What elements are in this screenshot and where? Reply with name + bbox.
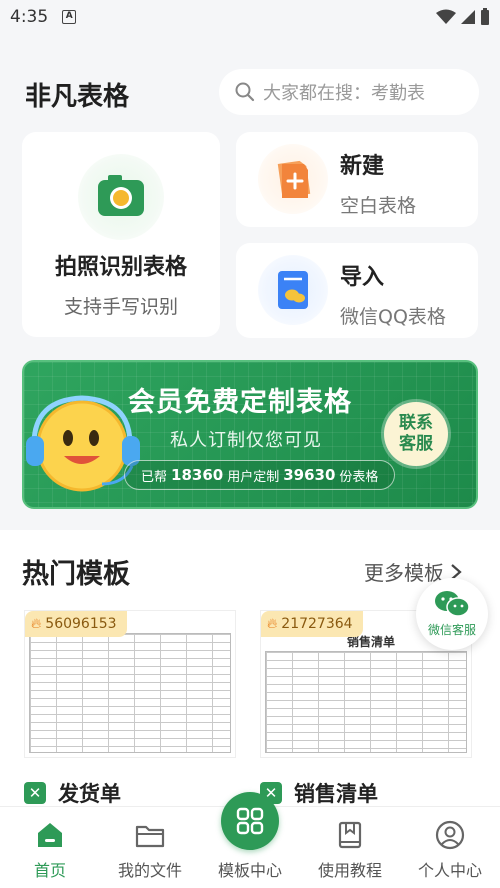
- user-icon: [435, 820, 465, 850]
- import-icon-bg: [258, 255, 328, 325]
- tab-label: 个人中心: [417, 861, 482, 880]
- template-center-button[interactable]: [221, 792, 279, 850]
- home-icon: [38, 823, 62, 847]
- tab-my-files[interactable]: 我的文件: [100, 807, 200, 888]
- stats-sheets-suffix: 份表格: [339, 469, 379, 485]
- photo-card-subtitle: 支持手写识别: [63, 296, 178, 318]
- template-label: ✕ 发货单: [24, 778, 236, 808]
- contact-line2: 客服: [399, 434, 433, 454]
- stats-users-count: 18360: [171, 466, 224, 484]
- battery-icon: [481, 8, 489, 25]
- contact-line1: 联系: [399, 413, 433, 433]
- template-name: 发货单: [58, 782, 121, 806]
- app-title: 非凡表格: [25, 82, 130, 112]
- wechat-service-label: 微信客服: [427, 623, 476, 637]
- signal-icon: [461, 10, 475, 24]
- new-card-subtitle: 空白表格: [340, 195, 417, 217]
- import-doc-icon: [278, 271, 308, 309]
- hot-templates-section: 热门模板 更多模板 🔥︎ 56096153 ✕ 发货单 🔥︎ 21727364 …: [0, 530, 500, 810]
- a-icon: A: [62, 10, 77, 24]
- stats-sheets-count: 39630: [283, 466, 336, 484]
- add-doc-icon: [277, 160, 311, 198]
- grid-icon: [236, 807, 264, 835]
- template-name: 销售清单: [294, 782, 378, 806]
- import-card-subtitle: 微信QQ表格: [340, 306, 446, 328]
- tab-profile[interactable]: 个人中心: [400, 807, 500, 888]
- wifi-icon: [436, 9, 456, 24]
- folder-icon: [135, 825, 165, 848]
- photo-icon-bg: [78, 154, 164, 240]
- fire-icon: 🔥︎: [267, 616, 278, 632]
- tab-label: 首页: [33, 861, 66, 880]
- banner-title: 会员免费定制表格: [128, 387, 352, 418]
- template-preview: 🔥︎ 56096153: [24, 610, 236, 758]
- new-card-title: 新建: [340, 154, 385, 179]
- tab-label: 我的文件: [117, 861, 182, 880]
- search-placeholder: 大家都在搜：考勤表: [263, 83, 425, 104]
- stats-users-suffix: 用户定制: [227, 469, 280, 485]
- stats-prefix: 已帮: [141, 469, 168, 485]
- vip-custom-banner[interactable]: 会员免费定制表格 私人订制仅您可见 已帮 18360 用户定制 39630 份表…: [22, 360, 478, 509]
- section-title: 热门模板: [22, 559, 130, 590]
- template-label: ✕ 销售清单: [260, 778, 472, 808]
- search-icon: [235, 82, 255, 102]
- new-icon-bg: [258, 144, 328, 214]
- tab-home[interactable]: 首页: [0, 807, 100, 888]
- tab-tutorial[interactable]: 使用教程: [300, 807, 400, 888]
- banner-subtitle: 私人订制仅您可见: [170, 430, 322, 451]
- fire-icon: 🔥︎: [31, 616, 42, 632]
- contact-service-button[interactable]: 联系 客服: [384, 402, 448, 466]
- book-icon: [338, 821, 362, 849]
- status-icons: [436, 8, 490, 26]
- camera-icon: [98, 175, 144, 216]
- search-bar[interactable]: 大家都在搜：考勤表: [219, 69, 479, 115]
- wechat-service-float-button[interactable]: 微信客服: [416, 578, 488, 650]
- popularity-count: 56096153: [45, 616, 117, 632]
- import-card-title: 导入: [340, 265, 385, 290]
- popularity-badge: 🔥︎ 21727364: [261, 611, 363, 637]
- header: 非凡表格 大家都在搜：考勤表: [0, 66, 500, 118]
- mascot-headset-icon: [26, 395, 140, 492]
- photo-recognize-card[interactable]: 拍照识别表格 支持手写识别: [22, 132, 220, 337]
- popularity-badge: 🔥︎ 56096153: [25, 611, 127, 637]
- tab-label: 使用教程: [317, 861, 382, 880]
- wechat-icon: [435, 591, 470, 617]
- popularity-count: 21727364: [281, 616, 353, 632]
- tab-label: 模板中心: [217, 861, 282, 880]
- status-bar: 4:35 A: [0, 0, 500, 34]
- new-sheet-card[interactable]: 新建 空白表格: [236, 132, 478, 227]
- banner-stats: 已帮 18360 用户定制 39630 份表格: [124, 460, 396, 490]
- template-card-delivery[interactable]: 🔥︎ 56096153 ✕ 发货单: [24, 610, 236, 808]
- status-time: 4:35: [10, 7, 49, 27]
- excel-icon: ✕: [24, 782, 46, 804]
- more-templates-label: 更多模板: [364, 561, 444, 585]
- sheet-grid: [265, 651, 467, 753]
- photo-card-title: 拍照识别表格: [54, 255, 187, 280]
- import-sheet-card[interactable]: 导入 微信QQ表格: [236, 243, 478, 338]
- sheet-grid: [29, 633, 231, 753]
